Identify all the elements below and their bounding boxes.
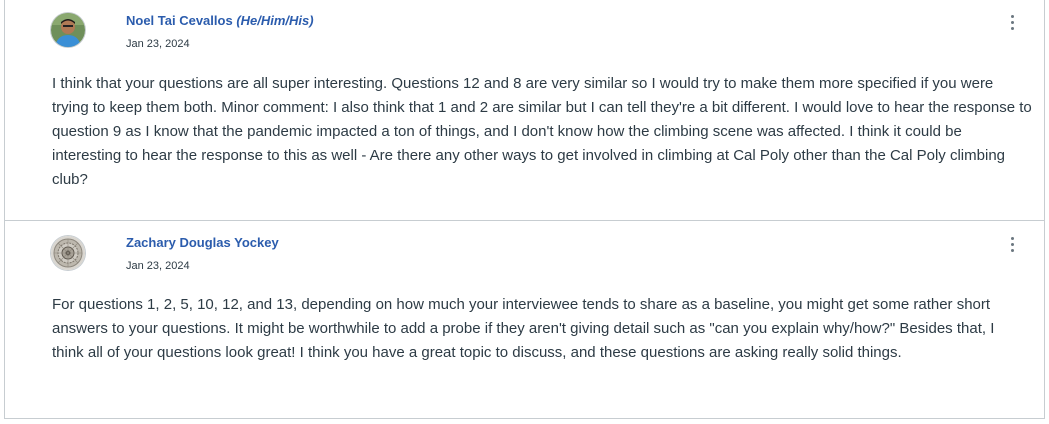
post-date: Jan 23, 2024	[126, 38, 190, 50]
reply-body: For questions 1, 2, 5, 10, 12, and 13, d…	[52, 296, 995, 361]
author-name-link[interactable]: Noel Tai Cevallos (He/Him/His)	[126, 13, 314, 28]
author-name[interactable]: Noel Tai Cevallos	[126, 13, 233, 28]
reply-body: I think that your questions are all supe…	[52, 75, 1032, 188]
author-pronouns: (He/Him/His)	[236, 13, 314, 28]
avatar[interactable]	[51, 13, 85, 47]
clock-mechanism-icon	[51, 236, 85, 270]
avatar[interactable]	[51, 236, 85, 270]
discussion-thread: Noel Tai Cevallos (He/Him/His) Jan 23, 2…	[4, 0, 1045, 419]
kebab-menu-icon[interactable]	[1005, 234, 1021, 254]
discussion-reply: Zachary Douglas Yockey Jan 23, 2024 For …	[5, 221, 1044, 418]
user-photo-icon	[51, 13, 85, 47]
kebab-menu-icon[interactable]	[1005, 12, 1021, 32]
discussion-reply: Noel Tai Cevallos (He/Him/His) Jan 23, 2…	[5, 0, 1044, 221]
author-name[interactable]: Zachary Douglas Yockey	[126, 235, 279, 250]
post-date: Jan 23, 2024	[126, 260, 190, 272]
author-name-link[interactable]: Zachary Douglas Yockey	[126, 235, 279, 250]
